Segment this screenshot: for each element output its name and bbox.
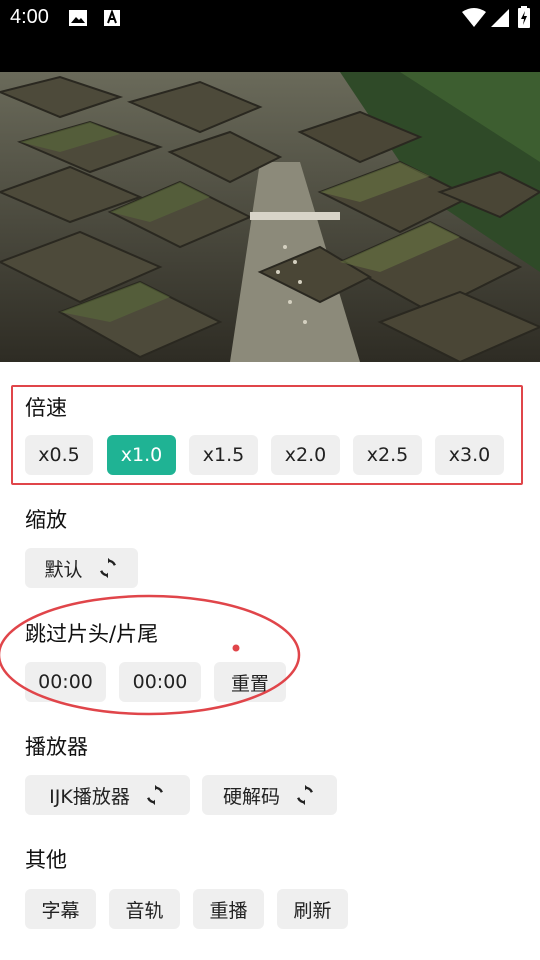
image-icon xyxy=(68,9,88,31)
village-scene-image xyxy=(0,72,540,362)
speed-option-0.5[interactable]: x0.5 xyxy=(25,435,93,475)
scale-value-label: 默认 xyxy=(44,558,83,581)
audio-track-button[interactable]: 音轨 xyxy=(109,889,180,929)
subtitle-label: 字幕 xyxy=(41,899,80,922)
player-engine-label: IJK播放器 xyxy=(49,785,130,808)
speed-option-label: x2.5 xyxy=(366,444,409,466)
scale-toggle-button[interactable]: 默认 xyxy=(25,548,138,588)
speed-section-title: 倍速 xyxy=(25,396,67,420)
speed-option-label: x0.5 xyxy=(38,444,80,466)
speed-option-label: x1.0 xyxy=(120,444,163,466)
skip-section-title: 跳过片头/片尾 xyxy=(25,622,159,646)
wifi-icon xyxy=(462,8,486,32)
player-section-title: 播放器 xyxy=(25,735,88,759)
speed-option-label: x2.0 xyxy=(284,444,327,466)
decoder-label: 硬解码 xyxy=(222,785,280,808)
skip-reset-label: 重置 xyxy=(230,672,269,695)
replay-button[interactable]: 重播 xyxy=(193,889,264,929)
skip-outro-label: 00:00 xyxy=(132,671,188,693)
subtitle-button[interactable]: 字幕 xyxy=(25,889,96,929)
decoder-button[interactable]: 硬解码 xyxy=(202,775,337,815)
other-section-title: 其他 xyxy=(25,848,67,872)
player-engine-button[interactable]: IJK播放器 xyxy=(25,775,190,815)
text-a-icon xyxy=(103,9,121,31)
skip-reset-button[interactable]: 重置 xyxy=(214,662,286,702)
speed-option-1.0-selected[interactable]: x1.0 xyxy=(107,435,176,475)
refresh-icon xyxy=(297,784,313,806)
refresh-label: 刷新 xyxy=(293,899,332,922)
replay-label: 重播 xyxy=(209,899,248,922)
video-frame[interactable] xyxy=(0,72,540,362)
scale-section-title: 缩放 xyxy=(25,508,67,532)
speed-option-1.5[interactable]: x1.5 xyxy=(189,435,258,475)
speed-option-2.0[interactable]: x2.0 xyxy=(271,435,340,475)
audio-track-label: 音轨 xyxy=(125,899,164,922)
skip-outro-button[interactable]: 00:00 xyxy=(119,662,201,702)
speed-option-label: x1.5 xyxy=(202,444,245,466)
status-bar: 4:00 xyxy=(0,0,540,72)
speed-option-label: x3.0 xyxy=(448,444,491,466)
refresh-icon xyxy=(146,784,163,806)
status-time: 4:00 xyxy=(10,6,49,28)
refresh-icon xyxy=(99,557,116,579)
signal-icon xyxy=(490,8,510,32)
battery-charging-icon xyxy=(518,6,530,32)
skip-intro-button[interactable]: 00:00 xyxy=(25,662,106,702)
speed-option-3.0[interactable]: x3.0 xyxy=(435,435,504,475)
settings-panel: 倍速 x0.5 x1.0 x1.5 x2.0 x2.5 x3.0 缩放 默认 跳… xyxy=(0,362,540,960)
speed-option-2.5[interactable]: x2.5 xyxy=(353,435,422,475)
refresh-button[interactable]: 刷新 xyxy=(277,889,348,929)
skip-intro-label: 00:00 xyxy=(38,671,93,693)
